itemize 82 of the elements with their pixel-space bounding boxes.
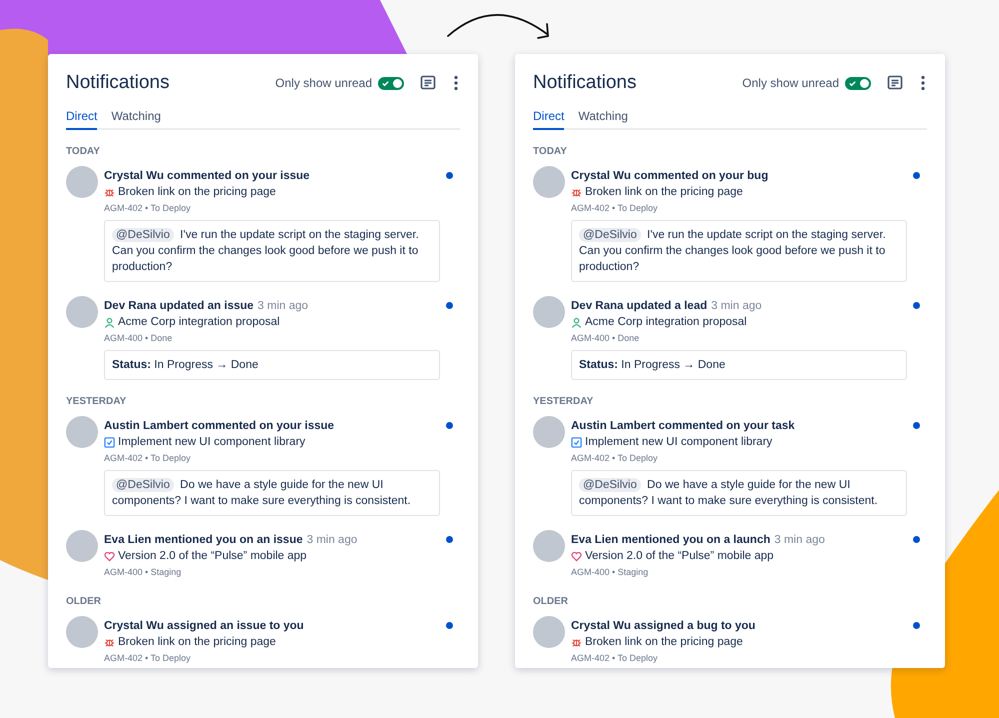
- heart-icon: [104, 550, 115, 562]
- issue-title[interactable]: Acme Corp integration proposal: [585, 314, 747, 330]
- issue-meta: AGM-400 • Done: [571, 332, 640, 345]
- status-change: Status: In Progress → Done: [112, 359, 258, 371]
- issue-meta: AGM-402 • To Deploy: [571, 452, 659, 465]
- panel-title: Notifications: [533, 72, 638, 94]
- issue-meta: AGM-400 • Staging: [104, 566, 182, 579]
- section-heading: YESTERDAY: [66, 396, 128, 407]
- comment-text: @DeSilvio I've run the update script on the staging server. Can you confirm the changes look good before we push it to production?: [112, 227, 420, 275]
- issue-meta: AGM-402 • To Deploy: [104, 452, 192, 465]
- check-icon: [381, 78, 390, 88]
- timestamp: 3 min ago: [774, 534, 825, 546]
- avatar: [533, 166, 565, 198]
- notification-title[interactable]: Eva Lien mentioned you on an issue: [104, 534, 303, 546]
- bug-icon: [104, 186, 115, 198]
- bug-icon: [571, 636, 582, 648]
- toggle-label: Only show unread: [742, 76, 839, 90]
- issue-meta: AGM-402 • To Deploy: [104, 652, 192, 665]
- issue-title[interactable]: Broken link on the pricing page: [118, 184, 276, 200]
- avatar: [66, 530, 98, 562]
- comment-text: @DeSilvio Do we have a style guide for the new UI components? I want to make sure everything is consistent.: [112, 477, 412, 509]
- issue-title[interactable]: Implement new UI component library: [585, 434, 772, 450]
- avatar: [533, 416, 565, 448]
- notification-title[interactable]: Austin Lambert commented on your task: [571, 420, 795, 432]
- issue-title[interactable]: Version 2.0 of the “Pulse” mobile app: [585, 548, 774, 564]
- notification-title[interactable]: Crystal Wu commented on your issue: [104, 170, 310, 182]
- issue-title[interactable]: Implement new UI component library: [118, 434, 306, 450]
- avatar: [66, 416, 98, 448]
- notification-title[interactable]: Dev Rana updated an issue: [104, 300, 254, 312]
- timestamp: 3 min ago: [306, 534, 358, 546]
- unread-toggle[interactable]: [378, 76, 404, 90]
- issue-meta: AGM-402 • To Deploy: [571, 652, 659, 665]
- section-heading: YESTERDAY: [533, 396, 594, 407]
- tab[interactable]: Direct: [66, 106, 98, 130]
- section-heading: TODAY: [533, 146, 568, 157]
- tab[interactable]: Watching: [578, 106, 628, 130]
- section-heading: OLDER: [533, 596, 569, 607]
- avatar: [533, 530, 565, 562]
- comment-text: @DeSilvio Do we have a style guide for the new UI components? I want to make sure everything is consistent.: [579, 477, 879, 509]
- more-icon[interactable]: [921, 75, 925, 91]
- avatar: [66, 166, 98, 198]
- status-change: Status: In Progress → Done: [579, 359, 726, 371]
- notes-icon[interactable]: [887, 75, 903, 91]
- more-icon[interactable]: [454, 75, 458, 91]
- issue-title[interactable]: Acme Corp integration proposal: [118, 314, 280, 330]
- issue-title[interactable]: Broken link on the pricing page: [118, 634, 276, 650]
- checkbox-icon: [571, 436, 582, 448]
- notification-title[interactable]: Crystal Wu commented on your bug: [571, 170, 768, 182]
- notification-title[interactable]: Crystal Wu assigned an issue to you: [104, 620, 304, 632]
- check-icon: [848, 78, 857, 88]
- person-icon: [571, 316, 582, 328]
- notification-title[interactable]: Crystal Wu assigned a bug to you: [571, 620, 756, 632]
- avatar: [533, 616, 565, 648]
- panel-title: Notifications: [66, 72, 170, 94]
- issue-meta: AGM-402 • To Deploy: [571, 202, 659, 215]
- issue-meta: AGM-400 • Staging: [571, 566, 650, 579]
- issue-title[interactable]: Broken link on the pricing page: [585, 634, 743, 650]
- avatar: [533, 296, 565, 328]
- timestamp: 3 min ago: [258, 300, 308, 312]
- comment-text: @DeSilvio I've run the update script on the staging server. Can you confirm the changes look good before we push it to production?: [579, 227, 887, 275]
- unread-toggle[interactable]: [845, 76, 871, 90]
- toggle-label: Only show unread: [275, 76, 372, 90]
- section-heading: TODAY: [66, 146, 101, 157]
- issue-meta: AGM-400 • Done: [104, 332, 174, 345]
- section-heading: OLDER: [66, 596, 102, 607]
- avatar: [66, 616, 98, 648]
- timestamp: 3 min ago: [711, 300, 762, 312]
- notification-title[interactable]: Eva Lien mentioned you on a launch: [571, 534, 770, 546]
- avatar: [66, 296, 98, 328]
- bug-icon: [571, 186, 582, 198]
- heart-icon: [571, 550, 582, 562]
- issue-title[interactable]: Version 2.0 of the “Pulse” mobile app: [118, 548, 307, 564]
- checkbox-icon: [104, 436, 115, 448]
- person-icon: [104, 316, 115, 328]
- bug-icon: [104, 636, 115, 648]
- tab[interactable]: Direct: [533, 106, 564, 130]
- notes-icon[interactable]: [420, 75, 436, 91]
- issue-meta: AGM-402 • To Deploy: [104, 202, 192, 215]
- tab[interactable]: Watching: [111, 106, 161, 130]
- notification-title[interactable]: Austin Lambert commented on your issue: [104, 420, 334, 432]
- issue-title[interactable]: Broken link on the pricing page: [585, 184, 743, 200]
- notification-title[interactable]: Dev Rana updated a lead: [571, 300, 708, 312]
